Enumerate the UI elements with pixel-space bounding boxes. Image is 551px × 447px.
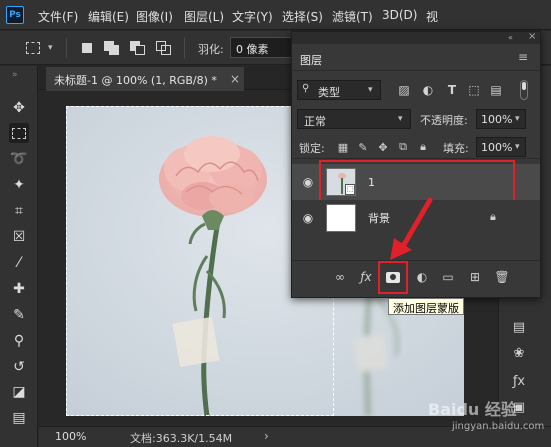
- search-icon: ⚲: [302, 83, 310, 94]
- layer-style-icon[interactable]: ƒx: [358, 269, 374, 285]
- menu-view[interactable]: 视: [426, 8, 438, 25]
- lock-artboard-icon[interactable]: ⧉: [396, 140, 410, 154]
- pixel-filter-icon[interactable]: ▨: [396, 82, 412, 98]
- shape-filter-icon[interactable]: ⬚: [466, 82, 482, 98]
- lock-image-pixels-icon[interactable]: ✎: [356, 140, 370, 154]
- eye-icon[interactable]: ◉: [300, 175, 316, 189]
- styles-icon[interactable]: ƒx: [510, 372, 528, 390]
- healing-brush-tool-icon[interactable]: ✚: [9, 279, 29, 299]
- filter-toggle[interactable]: [520, 80, 528, 100]
- collapse-panel-icon[interactable]: «: [508, 33, 513, 42]
- move-tool-icon[interactable]: ✥: [9, 98, 29, 118]
- layer-thumbnail: [326, 204, 356, 232]
- fill-value: 100%: [481, 141, 513, 154]
- blend-mode-select[interactable]: 正常 ▾: [297, 109, 411, 129]
- document-tab[interactable]: 未标题-1 @ 100% (1, RGB/8) *: [46, 67, 244, 91]
- divider: [292, 158, 540, 159]
- divider: [66, 38, 67, 58]
- lock-label: 锁定:: [299, 142, 325, 155]
- magic-wand-tool-icon[interactable]: ✦: [9, 175, 29, 195]
- close-panel-icon[interactable]: ×: [528, 31, 536, 42]
- feather-input[interactable]: 0 像素: [230, 37, 294, 58]
- chevron-down-icon: ▾: [368, 85, 373, 95]
- divider: [292, 70, 540, 71]
- channels-icon[interactable]: ❀: [510, 344, 528, 362]
- type-filter-icon[interactable]: T: [444, 82, 460, 98]
- adjustment-layer-icon[interactable]: ◐: [414, 269, 430, 285]
- collapse-icon[interactable]: »: [12, 70, 18, 80]
- menu-image[interactable]: 图像(I): [136, 8, 173, 25]
- menu-layer[interactable]: 图层(L): [184, 8, 224, 25]
- menu-file[interactable]: 文件(F): [38, 8, 78, 25]
- panel-title[interactable]: 图层: [300, 52, 322, 68]
- eye-icon[interactable]: ◉: [300, 211, 316, 225]
- brush-tool-icon[interactable]: ✎: [9, 305, 29, 325]
- intersect-selection-icon[interactable]: [156, 41, 172, 55]
- feather-label: 羽化:: [198, 43, 224, 56]
- opacity-label: 不透明度:: [420, 114, 468, 127]
- new-layer-icon[interactable]: ⊞: [467, 269, 483, 285]
- menu-bar: [0, 0, 551, 30]
- chevron-down-icon[interactable]: ▾: [48, 43, 53, 53]
- menu-3d[interactable]: 3D(D): [382, 8, 417, 22]
- chevron-down-icon: ▾: [515, 142, 520, 152]
- lock-transparent-pixels-icon[interactable]: ▦: [336, 140, 350, 154]
- gradient-tool-icon[interactable]: ▤: [9, 408, 29, 428]
- chevron-down-icon: ▾: [398, 114, 403, 124]
- photoshop-logo: Ps: [6, 6, 24, 24]
- divider: [184, 38, 185, 58]
- zoom-level[interactable]: 100%: [55, 430, 86, 443]
- blend-mode-value: 正常: [304, 115, 326, 128]
- delete-layer-icon[interactable]: 🗑︎: [494, 269, 510, 285]
- menu-select[interactable]: 选择(S): [282, 8, 323, 25]
- lock-icon: 🔒︎: [490, 210, 496, 223]
- new-selection-icon[interactable]: [82, 43, 92, 53]
- stamp-tool-icon[interactable]: ⚲: [9, 331, 29, 351]
- subtract-from-selection-icon[interactable]: [130, 41, 146, 55]
- red-arrow-annotation: [390, 197, 433, 260]
- lock-all-icon[interactable]: 🔒︎: [416, 140, 430, 154]
- menu-filter[interactable]: 滤镜(T): [332, 8, 373, 25]
- lasso-tool-icon[interactable]: ➰: [9, 149, 29, 169]
- link-layers-icon[interactable]: ∞: [332, 269, 348, 285]
- fill-label: 填充:: [443, 142, 469, 155]
- eraser-tool-icon[interactable]: ◪: [9, 382, 29, 402]
- opacity-value: 100%: [481, 113, 513, 126]
- marquee-tool-icon[interactable]: [9, 123, 29, 143]
- history-brush-tool-icon[interactable]: ↺: [9, 357, 29, 377]
- add-to-selection-icon[interactable]: [104, 41, 120, 55]
- properties-icon[interactable]: ▤: [510, 318, 528, 336]
- divider: [292, 260, 540, 261]
- lock-position-icon[interactable]: ✥: [376, 140, 390, 154]
- menu-type[interactable]: 文字(Y): [232, 8, 273, 25]
- chevron-down-icon: ▾: [515, 114, 520, 124]
- document-info: 文档:363.3K/1.54M: [130, 432, 233, 445]
- watermark-logo: Baidu 经验: [428, 400, 517, 419]
- menu-edit[interactable]: 编辑(E): [88, 8, 129, 25]
- mask-button-highlight-box: [378, 261, 408, 294]
- opacity-input[interactable]: 100% ▾: [476, 109, 526, 129]
- smart-object-filter-icon[interactable]: ▤: [488, 82, 504, 98]
- new-group-icon[interactable]: ▭: [440, 269, 456, 285]
- layer-filter-select[interactable]: ⚲ 类型 ▾: [297, 80, 381, 100]
- fill-input[interactable]: 100% ▾: [476, 137, 526, 157]
- tooltip: 添加图层蒙版: [388, 298, 464, 315]
- filter-kind-label: 类型: [318, 86, 340, 99]
- panel-menu-icon[interactable]: ≡: [518, 50, 528, 64]
- status-arrow-icon[interactable]: ›: [264, 429, 269, 443]
- watermark-url: jingyan.baidu.com: [452, 421, 545, 432]
- adjustment-filter-icon[interactable]: ◐: [420, 82, 436, 98]
- crop-tool-icon[interactable]: ⌗: [9, 201, 29, 221]
- frame-tool-icon[interactable]: ☒: [9, 227, 29, 247]
- close-icon[interactable]: ×: [230, 72, 240, 86]
- eyedropper-tool-icon[interactable]: ⁄: [9, 253, 29, 273]
- panel-header-bar: [292, 32, 540, 44]
- marquee-preset-icon[interactable]: [26, 42, 40, 54]
